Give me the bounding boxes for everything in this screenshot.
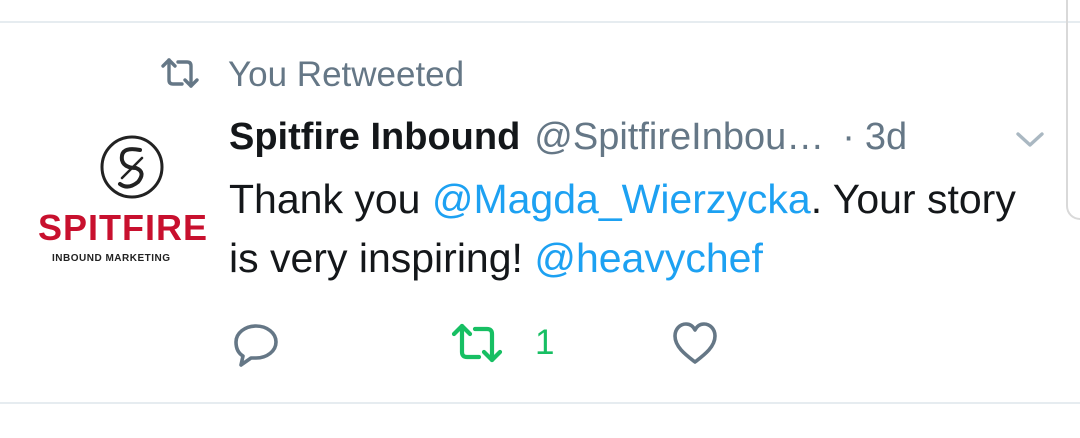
text-segment: Thank you — [229, 176, 432, 222]
avatar[interactable]: SPITFIRE INBOUND MARKETING — [30, 122, 208, 282]
bottom-divider — [0, 402, 1080, 404]
top-divider — [0, 21, 1080, 23]
spitfire-logo-icon — [80, 132, 184, 202]
author-handle[interactable]: @SpitfireInbou… — [534, 116, 824, 159]
retweet-button[interactable]: 1 — [451, 318, 554, 368]
retweet-count: 1 — [535, 323, 555, 362]
mention-heavychef[interactable]: @heavychef — [534, 235, 763, 281]
tweet-header: Spitfire Inbound @SpitfireInbou… · 3d — [229, 112, 907, 162]
chevron-down-icon — [1012, 132, 1048, 156]
avatar-brand-text: SPITFIRE — [38, 207, 209, 248]
retweet-icon — [160, 56, 200, 95]
retweet-context: You Retweeted — [160, 52, 464, 98]
tweet-menu-button[interactable] — [1012, 126, 1048, 152]
mention-magda-wierzycka[interactable]: @Magda_Wierzycka — [432, 176, 811, 222]
retweet-icon — [451, 321, 503, 365]
tweet-actions: 1 — [0, 318, 1080, 368]
separator: · — [842, 115, 855, 158]
reply-button[interactable] — [231, 318, 281, 368]
retweet-context-label: You Retweeted — [228, 55, 465, 94]
avatar-brand-sub: INBOUND MARKETING — [52, 253, 171, 264]
scroll-edge — [1066, 0, 1080, 220]
heart-icon — [670, 318, 720, 368]
author-name[interactable]: Spitfire Inbound — [229, 116, 520, 159]
reply-icon — [231, 318, 281, 368]
timestamp[interactable]: 3d — [865, 116, 907, 159]
tweet-text: Thank you @Magda_Wierzycka. Your story i… — [229, 170, 1029, 288]
like-button[interactable] — [670, 318, 720, 368]
